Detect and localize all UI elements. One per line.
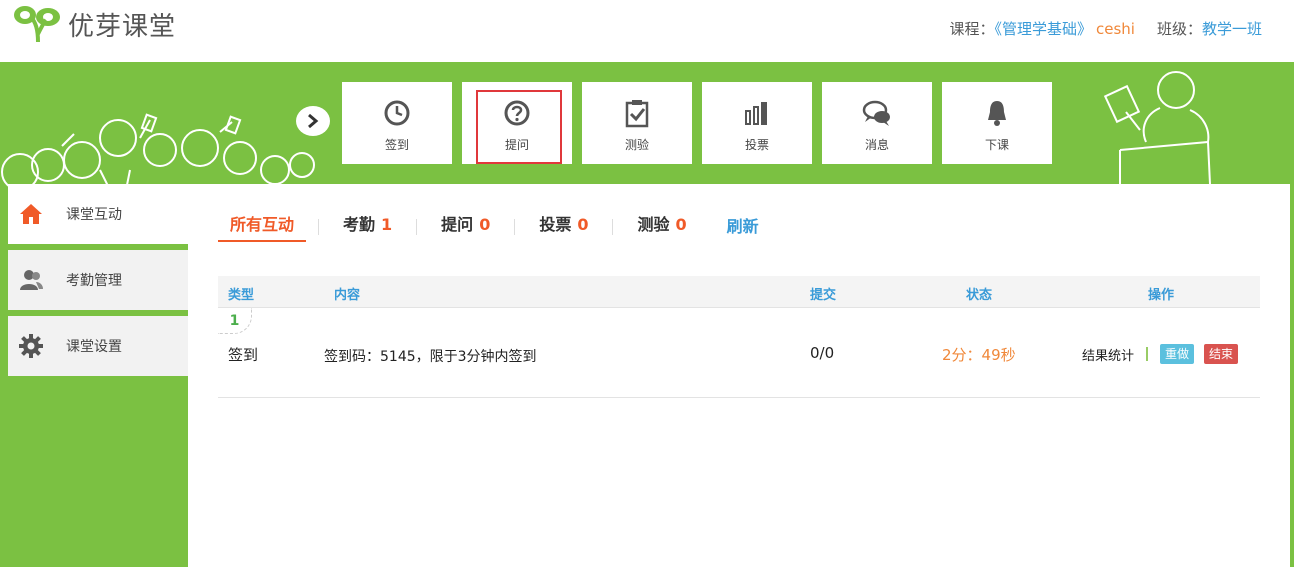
bell-icon — [988, 101, 1006, 126]
tab-all[interactable]: 所有互动 — [218, 212, 307, 242]
tab-divider — [514, 219, 516, 235]
result-stats-link[interactable]: 结果统计 — [1082, 345, 1134, 364]
tab-question-label: 提问 — [441, 215, 474, 234]
tab-quiz[interactable]: 测验 0 — [625, 212, 698, 242]
header-submit: 提交 — [810, 288, 837, 303]
toolbar-next-button[interactable] — [296, 106, 330, 136]
sidebar-item-label: 课堂互动 — [66, 207, 122, 223]
class-label: 班级： — [1156, 20, 1202, 38]
course-label: 课程： — [949, 20, 995, 38]
header-status: 状态 — [966, 288, 993, 303]
tool-endclass-button[interactable]: 下课 — [942, 82, 1052, 164]
crowd-illustration — [1, 113, 315, 190]
tab-vote-label: 投票 — [539, 215, 572, 234]
teacher-name: ceshi — [1096, 20, 1135, 38]
header: 优芽课堂 课程：《管理学基础》 ceshi 班级：教学一班 — [0, 0, 1294, 62]
clipboard-check-icon — [625, 100, 649, 128]
logo-text: 优芽课堂 — [68, 11, 177, 42]
tab-question-count: 0 — [479, 215, 491, 234]
tool-vote-label: 投票 — [744, 138, 769, 152]
sidebar-item-label: 考勤管理 — [66, 273, 122, 289]
row-content: 签到码：5145，限于3分钟内签到 — [324, 349, 537, 365]
row-index-badge: 1 — [218, 308, 252, 334]
tool-endclass-label: 下课 — [984, 138, 1009, 152]
sprout-logo-icon — [14, 6, 60, 43]
row-status-countdown: 2分：49秒 — [942, 346, 1016, 364]
row-operations: 结果统计 重做 结束 — [1082, 344, 1239, 364]
interaction-table: 类型 内容 提交 状态 操作 1 签到 签到码：5145，限于3分钟内签到 0/… — [218, 276, 1260, 398]
row-type: 签到 — [228, 346, 259, 364]
class-name-link[interactable]: 教学一班 — [1202, 20, 1262, 38]
header-content: 内容 — [334, 288, 361, 303]
main-panel: 所有互动 考勤 1 提问 0 投票 0 测验 0 刷新 类型 内容 提交 状态 操作 1… — [188, 184, 1290, 567]
table-header: 类型 内容 提交 状态 操作 — [218, 276, 1260, 308]
sidebar-item-settings[interactable]: 课堂设置 — [8, 316, 188, 376]
tab-all-label: 所有互动 — [230, 215, 295, 234]
tool-question-button[interactable]: 提问 — [462, 82, 572, 164]
users-icon — [20, 270, 43, 290]
tab-quiz-count: 0 — [675, 215, 687, 234]
tool-quiz-label: 测验 — [624, 138, 649, 152]
header-ops: 操作 — [1148, 288, 1175, 303]
home-icon — [20, 204, 42, 224]
gear-icon — [19, 334, 43, 358]
tab-divider — [612, 219, 614, 235]
tab-divider — [318, 219, 320, 235]
chat-bubbles-icon — [862, 100, 890, 126]
bar-chart-icon — [745, 102, 767, 125]
clock-icon — [384, 100, 410, 126]
tool-question-label: 提问 — [504, 138, 529, 152]
tool-message-label: 消息 — [864, 138, 889, 152]
sidebar-item-interaction[interactable]: 课堂互动 — [8, 184, 188, 244]
sidebar-item-attendance[interactable]: 考勤管理 — [8, 250, 188, 310]
chevron-right-icon — [308, 113, 319, 129]
row-submit: 0/0 — [810, 344, 835, 362]
interaction-tabs: 所有互动 考勤 1 提问 0 投票 0 测验 0 刷新 — [218, 212, 759, 242]
tab-question[interactable]: 提问 0 — [429, 212, 502, 242]
sidebar-item-label: 课堂设置 — [66, 339, 122, 355]
tab-attendance[interactable]: 考勤 1 — [331, 212, 404, 242]
tab-attendance-label: 考勤 — [343, 215, 376, 234]
tool-message-button[interactable]: 消息 — [822, 82, 932, 164]
redo-button[interactable]: 重做 — [1160, 344, 1195, 364]
tool-signin-button[interactable]: 签到 — [342, 82, 452, 164]
tool-vote-button[interactable]: 投票 — [702, 82, 812, 164]
tab-vote-count: 0 — [577, 215, 589, 234]
ops-divider — [1146, 347, 1149, 361]
tool-signin-label: 签到 — [384, 138, 409, 152]
refresh-link[interactable]: 刷新 — [727, 212, 759, 242]
tab-divider — [416, 219, 418, 235]
end-button[interactable]: 结束 — [1204, 344, 1239, 364]
question-icon — [504, 100, 530, 126]
course-name-link[interactable]: 《管理学基础》 — [994, 20, 1092, 38]
header-type: 类型 — [228, 288, 255, 303]
tool-quiz-button[interactable]: 测验 — [582, 82, 692, 164]
teacher-illustration — [1103, 71, 1211, 184]
tab-attendance-count: 1 — [381, 215, 393, 234]
logo: 优芽课堂 — [12, 4, 176, 44]
table-row: 1 签到 签到码：5145，限于3分钟内签到 0/0 2分：49秒 结果统计 重… — [218, 308, 1260, 398]
tab-vote[interactable]: 投票 0 — [527, 212, 600, 242]
tab-quiz-label: 测验 — [637, 215, 670, 234]
course-info: 课程：《管理学基础》 ceshi 班级：教学一班 — [949, 18, 1262, 39]
